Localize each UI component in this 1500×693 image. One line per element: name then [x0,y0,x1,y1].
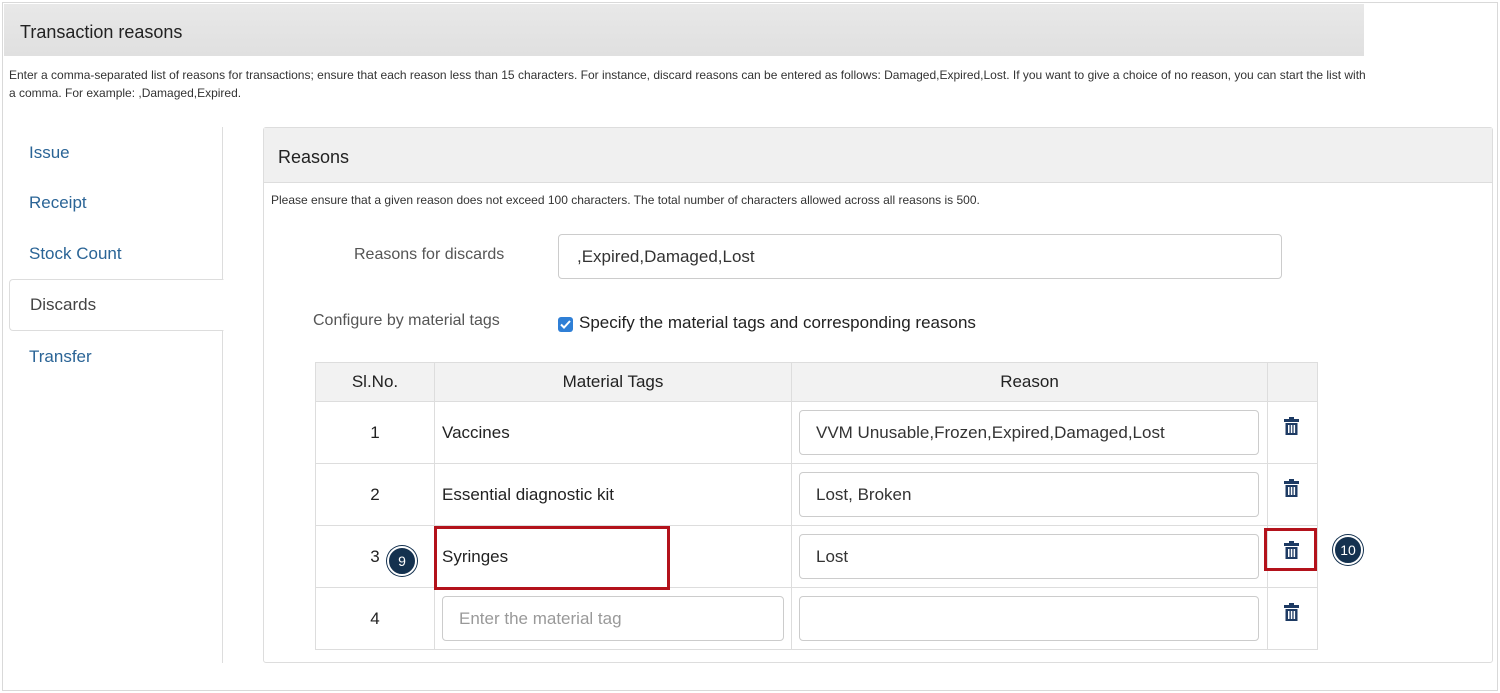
nav-item-label: Stock Count [29,244,122,263]
trash-icon[interactable] [1284,417,1299,435]
row-reason-cell: VVM Unusable,Frozen,Expired,Damaged,Lost [791,401,1268,464]
material-tags-table: Sl.No. Material Tags Reason 1 Vaccines V… [315,362,1318,650]
discards-label: Reasons for discards [354,246,505,263]
nav-item-label: Discards [30,295,97,314]
nav-item-transfer[interactable]: Transfer [9,331,223,383]
nav-item-label: Issue [29,143,70,162]
row-slno: 3 [315,525,435,588]
row-slno: 2 [315,463,435,526]
row-actions-cell [1267,463,1318,526]
configure-label: Configure by material tags [313,312,500,329]
table-row: 2 Essential diagnostic kit Lost, Broken [315,463,1318,526]
reason-input[interactable]: Lost, Broken [799,472,1259,517]
nav-item-label: Receipt [29,193,87,212]
page-description: Enter a comma-separated list of reasons … [9,68,1366,100]
reason-input[interactable]: Lost [799,534,1259,579]
row-reason-cell: Lost, Broken [791,463,1268,526]
table-row: 4 Enter the material tag [315,587,1318,650]
discards-input[interactable]: ,Expired,Damaged,Lost [558,234,1282,279]
trash-icon[interactable] [1284,479,1299,497]
left-nav: Issue Receipt Stock Count Discards Trans… [9,127,224,663]
callout-badge: 10 [1333,535,1363,565]
page-header: Transaction reasons [4,4,1364,56]
highlight-box-syringes [434,526,670,590]
nav-item-label: Transfer [29,347,92,366]
column-header-material-tags: Material Tags [434,362,792,402]
panel-header: Reasons [264,128,1492,183]
row-reason-cell: Lost [791,525,1268,588]
nav-item-stock-count[interactable]: Stock Count [9,228,223,280]
column-header-actions [1267,362,1318,402]
row-reason-cell [791,587,1268,650]
column-header-slno: Sl.No. [315,362,435,402]
reason-input[interactable]: VVM Unusable,Frozen,Expired,Damaged,Lost [799,410,1259,455]
check-icon [560,320,571,329]
checkbox-label: Specify the material tags and correspond… [579,313,976,332]
material-tag-input[interactable]: Enter the material tag [442,596,784,641]
row-material-tag: Essential diagnostic kit [434,463,792,526]
row-slno: 1 [315,401,435,464]
nav-item-receipt[interactable]: Receipt [9,177,223,229]
highlight-box-delete [1264,528,1317,571]
table-header-row: Sl.No. Material Tags Reason [315,362,1318,402]
page-title: Transaction reasons [20,22,183,42]
row-material-tag: Vaccines [434,401,792,464]
nav-item-discards[interactable]: Discards [9,279,224,331]
trash-icon[interactable] [1284,603,1299,621]
reason-input[interactable] [799,596,1259,641]
column-header-reason: Reason [791,362,1268,402]
panel-description: Please ensure that a given reason does n… [271,193,980,207]
row-slno: 4 [315,587,435,650]
callout-badge: 9 [387,546,417,576]
row-actions-cell [1267,587,1318,650]
table-row: 1 Vaccines VVM Unusable,Frozen,Expired,D… [315,401,1318,464]
material-tags-checkbox[interactable] [558,317,573,332]
nav-item-issue[interactable]: Issue [9,127,223,179]
row-material-tag-cell: Enter the material tag [434,587,792,650]
row-actions-cell [1267,401,1318,464]
panel-title: Reasons [278,147,350,167]
